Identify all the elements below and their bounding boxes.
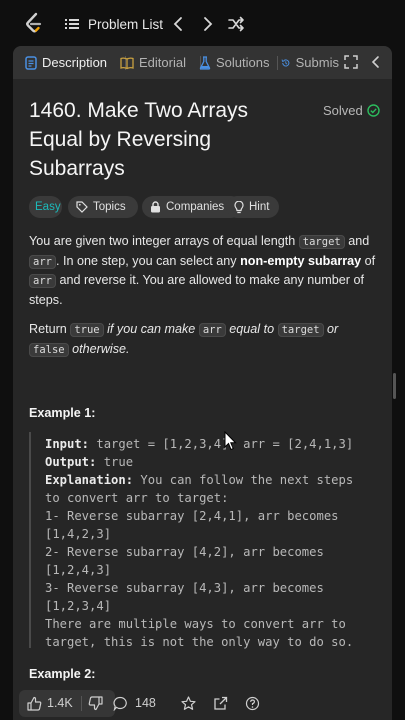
tab-description[interactable]: Description: [25, 46, 107, 79]
example-1-title: Example 1:: [29, 406, 96, 420]
top-nav-bar: Problem List: [0, 0, 405, 46]
tab-solutions[interactable]: Solutions: [199, 46, 269, 79]
like-count: 1.4K: [47, 696, 73, 710]
history-icon: [281, 58, 290, 66]
share-icon[interactable]: [213, 696, 228, 711]
text: and reverse it. You are allowed to make …: [29, 273, 364, 307]
flask-icon: [199, 55, 211, 70]
example-1-block: Input: target = [1,2,3,4], arr = [2,4,1,…: [29, 432, 369, 649]
tab-bar: Description Editorial Solutions Submis: [13, 46, 392, 79]
comment-icon[interactable]: [113, 696, 128, 711]
example-explanation-line: [1,2,3,4]: [45, 599, 112, 613]
lightbulb-icon: [234, 200, 244, 213]
description-paragraph-2: Return true if you can make arr equal to…: [29, 320, 379, 359]
problem-list-link[interactable]: Problem List: [88, 16, 163, 34]
example-explanation-line: There are multiple ways to convert arr t…: [45, 617, 346, 631]
divider: [81, 696, 82, 711]
text: and: [348, 234, 370, 248]
example-explanation-line: [1,4,2,3]: [45, 527, 112, 541]
example-explanation-line: [1,2,4,3]: [45, 563, 112, 577]
italic-text: if you can make: [107, 322, 196, 336]
solved-status: Solved: [323, 103, 380, 118]
problem-panel: Description Editorial Solutions Submis 1…: [13, 46, 392, 720]
value: true: [96, 455, 134, 469]
example-2-title: Example 2:: [29, 667, 96, 681]
leetcode-logo[interactable]: [23, 12, 45, 36]
label: Input:: [45, 437, 90, 451]
problem-title[interactable]: 1460. Make Two Arrays Equal by Reversing…: [29, 96, 299, 183]
example-explanation-line: target, this is not the only way to do s…: [45, 635, 354, 649]
chevron-left-icon[interactable]: [370, 55, 382, 69]
inline-code: target: [277, 323, 324, 337]
inline-code: target: [298, 235, 345, 249]
inline-code: arr: [29, 274, 56, 288]
description-icon: [25, 55, 37, 70]
tab-divider: [277, 56, 278, 70]
inline-code: arr: [29, 254, 56, 269]
description-content: 1460. Make Two Arrays Equal by Reversing…: [13, 79, 392, 687]
comment-count[interactable]: 148: [135, 696, 156, 710]
scrollbar-thumb[interactable]: [393, 373, 396, 399]
topics-button[interactable]: Topics: [68, 196, 138, 218]
hint-button[interactable]: Hint: [226, 196, 279, 218]
chip-label: Companies: [166, 201, 225, 213]
lock-icon: [151, 201, 160, 213]
mouse-cursor-icon: [224, 431, 237, 451]
value: target = [1,2,3,4], arr = [2,4,1,3]: [89, 437, 354, 451]
chip-label: Topics: [93, 201, 126, 213]
inline-code: false: [29, 342, 69, 357]
difficulty-badge: Easy: [29, 196, 62, 218]
example-explanation-line: 3- Reverse subarray [4,3], arr becomes: [45, 581, 324, 595]
thumbs-down-icon[interactable]: [88, 696, 103, 711]
like-dislike-group: 1.4K: [19, 690, 115, 717]
tab-label: Editorial: [139, 55, 186, 70]
shuffle-icon[interactable]: [227, 15, 245, 33]
star-icon[interactable]: [181, 696, 196, 711]
chevron-right-icon[interactable]: [200, 15, 216, 33]
italic-text: or: [327, 322, 339, 336]
text: . In one step, you can select any: [55, 253, 237, 268]
example-explanation-line: 2- Reverse subarray [4,2], arr becomes: [45, 545, 324, 559]
example-output-line: Output: true: [45, 453, 133, 471]
inline-code: true: [70, 323, 104, 337]
tag-icon: [76, 201, 88, 213]
inline-code: arr: [198, 323, 226, 337]
tab-label: Submis: [295, 55, 339, 70]
text: You are given two integer arrays of equa…: [29, 234, 296, 248]
tab-editorial[interactable]: Editorial: [120, 46, 186, 79]
label: Output:: [45, 455, 97, 469]
check-circle-icon: [367, 104, 380, 117]
example-explanation-line: 1- Reverse subarray [2,4,1], arr becomes: [45, 509, 339, 523]
chevron-left-icon[interactable]: [170, 15, 186, 33]
example-explanation-line: to convert arr to target:: [45, 491, 229, 505]
bold-text: non-empty subarray: [240, 253, 362, 268]
example-input-line: Input: target = [1,2,3,4], arr = [2,4,1,…: [45, 435, 353, 453]
tab-label: Solutions: [216, 55, 270, 70]
expand-icon[interactable]: [344, 55, 358, 69]
label: Explanation:: [45, 473, 134, 487]
book-icon: [120, 56, 134, 69]
italic-text: equal to: [229, 322, 275, 336]
description-paragraph-1: You are given two integer arrays of equa…: [29, 232, 379, 309]
value: You can follow the next steps: [133, 473, 354, 487]
solved-label: Solved: [323, 103, 363, 118]
example-explanation-line: Explanation: You can follow the next ste…: [45, 471, 353, 489]
chip-label: Hint: [249, 201, 270, 213]
italic-text: otherwise.: [72, 341, 130, 356]
text: of: [364, 253, 376, 268]
text: Return: [29, 322, 67, 336]
list-icon[interactable]: [64, 16, 80, 32]
thumbs-up-icon[interactable]: [27, 696, 42, 711]
tab-label: Description: [42, 55, 108, 70]
tab-submissions[interactable]: Submis: [281, 46, 339, 79]
help-circle-icon[interactable]: [245, 696, 260, 711]
bottom-toolbar: 1.4K 148: [13, 687, 392, 720]
difficulty-label: Easy: [35, 201, 61, 213]
